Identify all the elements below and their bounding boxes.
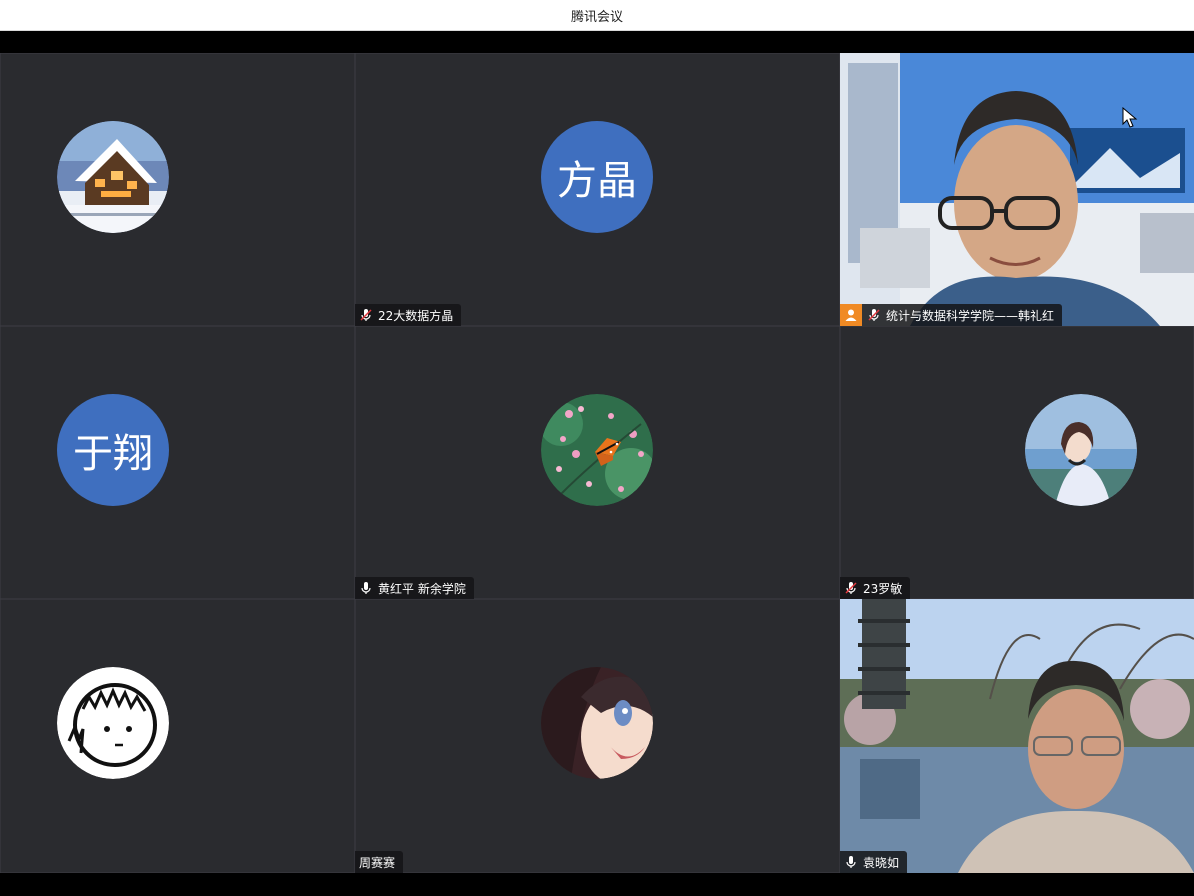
mouse-cursor-icon [1122, 107, 1138, 128]
participant-tile[interactable] [0, 53, 355, 326]
participant-name: 22大数据方晶 [378, 308, 454, 323]
participant-video-tile[interactable]: 统计与数据科学学院——韩礼红 [840, 53, 1194, 326]
participant-avatar: 方晶 [541, 121, 653, 233]
snow-cabin-image [57, 121, 169, 233]
mic-muted-icon [360, 309, 372, 321]
mic-icon [846, 856, 856, 868]
participant-avatar [1025, 394, 1137, 506]
window-titlebar: 腾讯会议 [0, 0, 1194, 31]
video-grid: 方晶 22大数据方晶 统计与数据科学学院——韩礼红 于翔 黄红平 新余学院 23… [0, 53, 1194, 873]
participant-video-feed [840, 599, 1194, 873]
window-title: 腾讯会议 [570, 9, 623, 25]
participant-avatar [541, 394, 653, 506]
participant-tile[interactable]: 于翔 [0, 326, 355, 599]
participant-name: 23罗敏 [863, 581, 903, 596]
participant-namebar: 周赛赛 [355, 851, 404, 873]
cartoon-boy-image [57, 667, 169, 779]
participant-name: 周赛赛 [359, 855, 396, 870]
participant-tile[interactable]: 方晶 22大数据方晶 [355, 53, 840, 326]
mic-muted-icon [868, 309, 880, 321]
participant-name: 黄红平 新余学院 [378, 581, 466, 596]
participant-namebar: 统计与数据科学学院——韩礼红 [840, 304, 1063, 326]
participant-tile[interactable]: 黄红平 新余学院 [355, 326, 840, 599]
butterfly-image [541, 394, 653, 506]
participant-avatar [57, 121, 169, 233]
participant-avatar [541, 667, 653, 779]
participant-name: 袁晓如 [863, 855, 900, 870]
anime-girl-image [1025, 394, 1137, 506]
participant-namebar: 23罗敏 [840, 577, 911, 599]
participant-namebar: 袁晓如 [840, 851, 908, 873]
participant-avatar [57, 667, 169, 779]
mic-icon [361, 582, 371, 594]
participant-tile[interactable]: 23罗敏 [840, 326, 1194, 599]
participant-namebar: 22大数据方晶 [355, 304, 462, 326]
participant-tile[interactable] [0, 599, 355, 873]
participant-video-feed [840, 53, 1194, 326]
anime-character-image [541, 667, 653, 779]
participant-name: 统计与数据科学学院——韩礼红 [886, 308, 1055, 323]
participant-tile[interactable]: 周赛赛 [355, 599, 840, 873]
participant-video-tile[interactable]: 袁晓如 [840, 599, 1194, 873]
participant-namebar: 黄红平 新余学院 [355, 577, 474, 599]
mic-muted-icon [845, 582, 857, 594]
host-icon [840, 304, 862, 326]
participant-avatar: 于翔 [57, 394, 169, 506]
